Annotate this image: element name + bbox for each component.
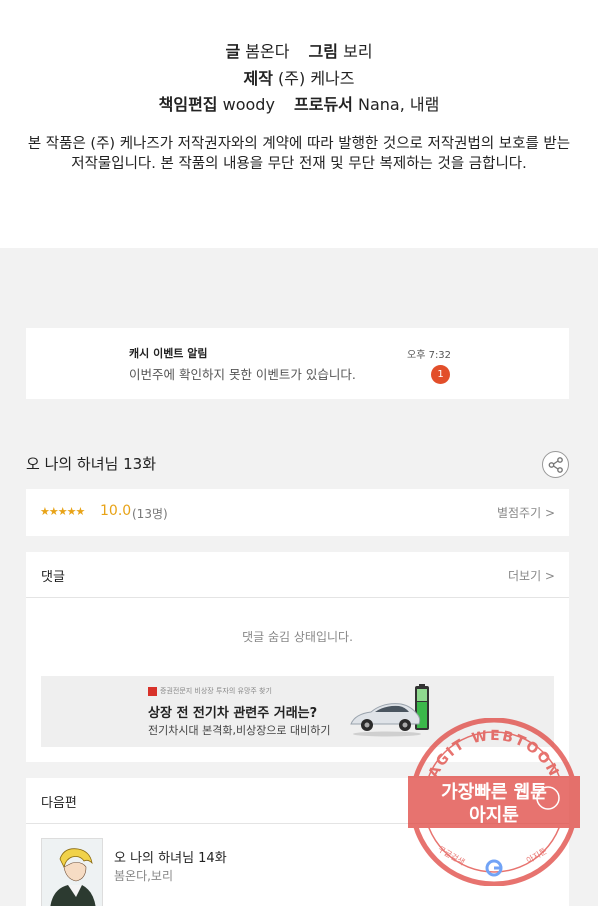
comments-header: 댓글 bbox=[41, 570, 65, 585]
copyright-notice: 본 작품은 (주) 케나즈가 저작권자와의 계약에 따라 발행한 것으로 저작권… bbox=[27, 136, 571, 172]
notification-time: 오후 7:32 bbox=[407, 350, 452, 361]
notification-title: 캐시 이벤트 알림 bbox=[129, 347, 208, 360]
ad-banner[interactable]: 증권전문지 비상장 투자의 유망주 찾기 상장 전 전기차 관련주 거래는? 전… bbox=[41, 676, 554, 747]
ad-subtitle: 전기차시대 본격화,비상장으로 대비하기 bbox=[148, 724, 331, 737]
production-label: 제작 bbox=[243, 69, 273, 88]
next-episode-thumbnail[interactable] bbox=[41, 838, 103, 906]
ad-title: 상장 전 전기차 관련주 거래는? bbox=[148, 706, 318, 721]
next-episode-title[interactable]: 오 나의 하녀님 14화 bbox=[114, 847, 227, 866]
next-episode-card: 다음편 오 나의 하녀님 14화 봄온다,보리 bbox=[26, 778, 569, 906]
next-episode-header: 다음편 bbox=[41, 796, 77, 811]
episode-title: 오 나의 하녀님 13화 bbox=[26, 455, 156, 473]
writer-name: 봄온다 bbox=[245, 42, 290, 61]
share-icon bbox=[548, 457, 563, 473]
credit-writer-artist: 글 봄온다 그림 보리 bbox=[0, 38, 598, 62]
credits-section: 글 봄온다 그림 보리 제작 (주) 케나즈 책임편집 woody 프로듀서 N… bbox=[0, 0, 598, 248]
rating-score: 10.0 bbox=[100, 503, 132, 519]
producer-name: Nana, 내램 bbox=[358, 95, 440, 114]
next-episode-divider bbox=[26, 823, 569, 824]
comments-divider bbox=[26, 597, 569, 598]
writer-label: 글 bbox=[225, 42, 241, 61]
share-button[interactable] bbox=[542, 451, 569, 478]
production-name: (주) 케나즈 bbox=[278, 69, 355, 88]
credit-production: 제작 (주) 케나즈 bbox=[0, 65, 598, 89]
artist-name: 보리 bbox=[343, 42, 373, 61]
comments-card: 댓글 더보기 > 댓글 숨김 상태입니다. 증권전문지 비상장 투자의 유망주 … bbox=[26, 552, 569, 762]
rate-button[interactable]: 별점주기 > bbox=[497, 504, 555, 521]
producer-label: 프로듀서 bbox=[294, 95, 353, 114]
comments-hidden-message: 댓글 숨김 상태입니다. bbox=[242, 630, 353, 644]
editor-label: 책임편집 bbox=[158, 95, 218, 114]
character-thumbnail-icon bbox=[42, 839, 102, 906]
rating-stars: ★★★★★ bbox=[40, 505, 85, 518]
rating-card: ★★★★★ 10.0 (13명) 별점주기 > bbox=[26, 489, 569, 536]
notification-message: 이번주에 확인하지 못한 이벤트가 있습니다. bbox=[129, 367, 356, 382]
ad-logo-icon bbox=[148, 686, 157, 696]
notification-badge: 1 bbox=[431, 365, 450, 384]
cash-event-notification[interactable]: 캐시 이벤트 알림 이번주에 확인하지 못한 이벤트가 있습니다. 오후 7:3… bbox=[26, 328, 569, 399]
next-episode-authors: 봄온다,보리 bbox=[114, 869, 174, 883]
artist-label: 그림 bbox=[308, 42, 338, 61]
ad-source-text: 증권전문지 비상장 투자의 유망주 찾기 bbox=[160, 687, 272, 695]
comments-more-button[interactable]: 더보기 > bbox=[508, 567, 555, 584]
credit-editor-producer: 책임편집 woody 프로듀서 Nana, 내램 bbox=[0, 91, 598, 115]
editor-name: woody bbox=[222, 95, 275, 114]
ev-car-icon bbox=[350, 684, 429, 737]
ad-source: 증권전문지 비상장 투자의 유망주 찾기 bbox=[148, 686, 272, 696]
rating-count: (13명) bbox=[132, 507, 168, 521]
